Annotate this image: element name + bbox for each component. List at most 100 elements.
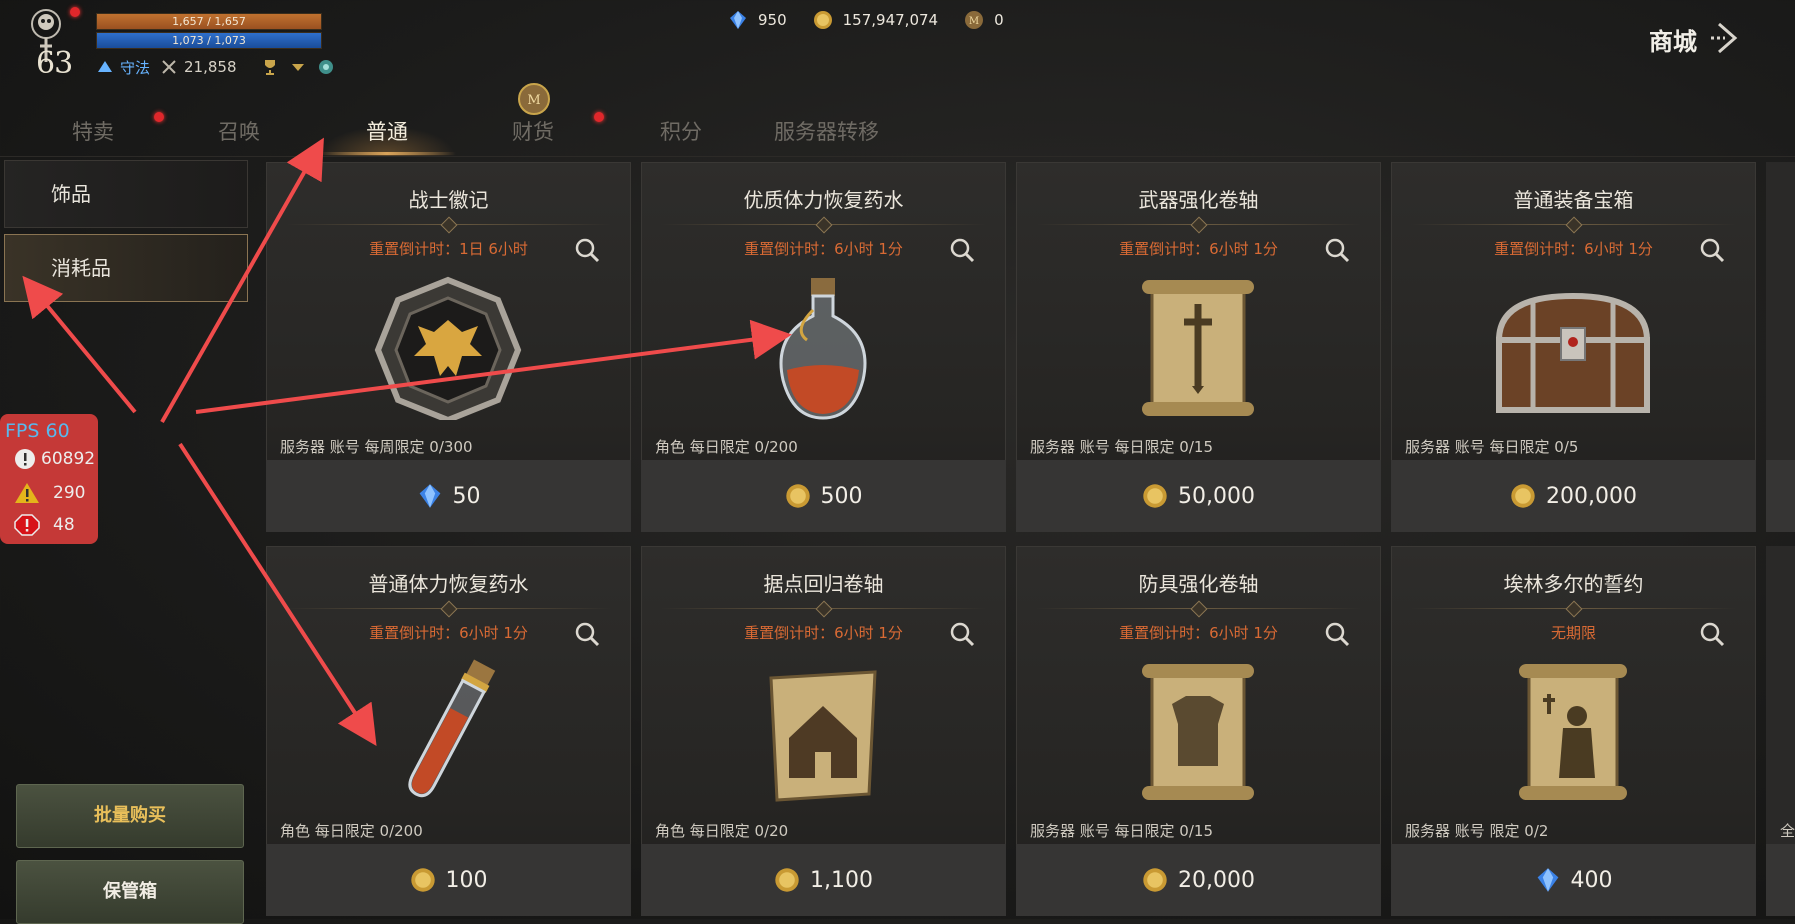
buy-price-button[interactable]: 50,000	[1016, 460, 1381, 532]
tab-goods-badge	[594, 112, 604, 122]
exit-shop-icon[interactable]	[1705, 18, 1745, 58]
gold-currency[interactable]: 157,947,074	[813, 10, 938, 30]
gold-coin-icon	[785, 484, 810, 508]
item-name: 武器强化卷轴	[1138, 188, 1259, 212]
divider-diamond	[1190, 600, 1208, 618]
gold-coin-icon	[1143, 484, 1167, 508]
warning-icon	[15, 483, 39, 503]
search-icon[interactable]	[1698, 236, 1726, 264]
sidebar-item-consumables[interactable]: 消耗品	[4, 234, 248, 302]
price-value: 200,000	[1546, 483, 1637, 509]
sidebar-item-label: 饰品	[51, 182, 91, 206]
partial-price-bar	[1766, 460, 1795, 532]
item-card[interactable]: 战士徽记 重置倒计时：1日 6小时 服务器 账号 每周限定 0/300 50	[266, 162, 631, 532]
buy-price-button[interactable]: 100	[266, 844, 631, 916]
item-name: 埃林多尔的誓约	[1503, 572, 1644, 596]
active-tab-underline	[318, 152, 456, 155]
tab-special-sale[interactable]: 特卖	[72, 116, 114, 146]
buy-price-button[interactable]: 1,100	[641, 844, 1006, 916]
fps-debug-overlay: FPS 60 60892 290 48	[0, 414, 98, 544]
item-card[interactable]: 据点回归卷轴 重置倒计时：6小时 1分 角色 每日限定 0/20 1,100	[641, 546, 1006, 916]
divider-diamond	[1565, 216, 1583, 234]
tab-normal[interactable]: 普通	[366, 116, 408, 146]
scroll-house-image	[769, 670, 877, 802]
player-level: 63	[36, 46, 73, 81]
gold-coin-icon	[775, 868, 799, 892]
fps-warn-row: 290	[14, 482, 85, 504]
item-card[interactable]: 埃林多尔的誓约 无期限 服务器 账号 限定 0/2 400	[1391, 546, 1756, 916]
potion-flask-image	[779, 278, 867, 420]
player-hud: 63 1,657 / 1,657 1,073 / 1,073 守法 21,858…	[0, 0, 1795, 110]
rank-down-icon[interactable]	[289, 58, 307, 76]
item-card[interactable]: 普通装备宝箱 重置倒计时：6小时 1分 服务器 账号 每日限定 0/5 200,000	[1391, 162, 1756, 532]
price-value: 50,000	[1178, 483, 1255, 509]
search-icon[interactable]	[573, 236, 601, 264]
search-icon[interactable]	[1323, 236, 1351, 264]
search-icon[interactable]	[1698, 620, 1726, 648]
tab-goods[interactable]: 财货	[512, 116, 554, 146]
blue-crystal-icon	[1537, 868, 1558, 892]
currency-bar: 950 157,947,074 M 0	[728, 10, 1004, 30]
price-value: 100	[445, 867, 488, 893]
sidebar-item-accessories[interactable]: 饰品	[4, 160, 248, 228]
purchase-limit: 服务器 账号 每周限定 0/300	[280, 438, 473, 456]
combat-power-value: 21,858	[184, 58, 237, 76]
guild-name: 守法	[120, 58, 151, 77]
svg-text:M: M	[969, 16, 979, 27]
sidebar-item-label: 消耗品	[51, 256, 111, 280]
fps-warn-count: 290	[53, 483, 86, 503]
partial-price-bar	[1766, 844, 1795, 916]
price-value: 1,100	[810, 867, 873, 893]
divider-diamond	[440, 600, 458, 618]
divider-diamond	[1565, 600, 1583, 618]
shop-title: 商城	[1649, 28, 1697, 56]
bulk-buy-button[interactable]: 批量购买	[16, 784, 244, 848]
purchase-limit: 服务器 账号 限定 0/2	[1405, 822, 1549, 840]
item-name: 普通装备宝箱	[1513, 188, 1634, 212]
buy-price-button[interactable]: 200,000	[1391, 460, 1756, 532]
crossed-swords-icon	[162, 60, 176, 74]
purchase-limit: 角色 每日限定 0/200	[280, 822, 423, 840]
buy-price-button[interactable]: 20,000	[1016, 844, 1381, 916]
item-name: 战士徽记	[408, 188, 489, 212]
search-icon[interactable]	[573, 620, 601, 648]
arrow-to-consumables	[22, 275, 137, 414]
pet-icon[interactable]	[317, 58, 335, 76]
header-divider	[0, 156, 1795, 157]
combat-power: 21,858	[160, 58, 237, 76]
partial-item-card[interactable]	[1766, 162, 1795, 532]
buy-price-button[interactable]: 50	[266, 460, 631, 532]
tab-summon[interactable]: 召唤	[218, 116, 260, 146]
item-card[interactable]: 普通体力恢复药水 重置倒计时：6小时 1分 角色 每日限定 0/200 100	[266, 546, 631, 916]
storage-box-button[interactable]: 保管箱	[16, 860, 244, 924]
guild-tag[interactable]: 守法	[96, 57, 150, 78]
buy-price-button[interactable]: 400	[1391, 844, 1756, 916]
fps-info-count: 60892	[41, 449, 96, 469]
tab-points[interactable]: 积分	[660, 116, 702, 146]
trophy-icon[interactable]	[261, 58, 279, 76]
partial-item-card[interactable]: 全	[1766, 546, 1795, 916]
potion-vial-image	[408, 659, 496, 798]
item-card[interactable]: 优质体力恢复药水 重置倒计时：6小时 1分 角色 每日限定 0/200 500	[641, 162, 1006, 532]
search-icon[interactable]	[1323, 620, 1351, 648]
tab-server-transfer[interactable]: 服务器转移	[774, 116, 879, 146]
blue-crystal-icon	[419, 484, 440, 508]
divider-diamond	[815, 600, 833, 618]
scroll-armor-image	[1142, 664, 1254, 800]
medal-amount: 0	[994, 11, 1004, 29]
price-value: 400	[1570, 867, 1613, 893]
medal-currency[interactable]: M 0	[964, 10, 1004, 30]
crystal-currency[interactable]: 950	[728, 10, 787, 30]
gold-coin-icon	[1143, 868, 1167, 892]
medal-coin-icon: M	[518, 83, 550, 115]
item-name: 普通体力恢复药水	[368, 572, 529, 596]
gold-coin-icon	[813, 11, 832, 29]
item-card[interactable]: 武器强化卷轴 重置倒计时：6小时 1分 服务器 账号 每日限定 0/15 50,000	[1016, 162, 1381, 532]
search-icon[interactable]	[948, 620, 976, 648]
buy-price-button[interactable]: 500	[641, 460, 1006, 532]
scroll-sword-image	[1142, 280, 1254, 416]
search-icon[interactable]	[948, 236, 976, 264]
info-icon	[15, 449, 35, 469]
price-value: 20,000	[1178, 867, 1255, 893]
item-card[interactable]: 防具强化卷轴 重置倒计时：6小时 1分 服务器 账号 每日限定 0/15 20,000	[1016, 546, 1381, 916]
